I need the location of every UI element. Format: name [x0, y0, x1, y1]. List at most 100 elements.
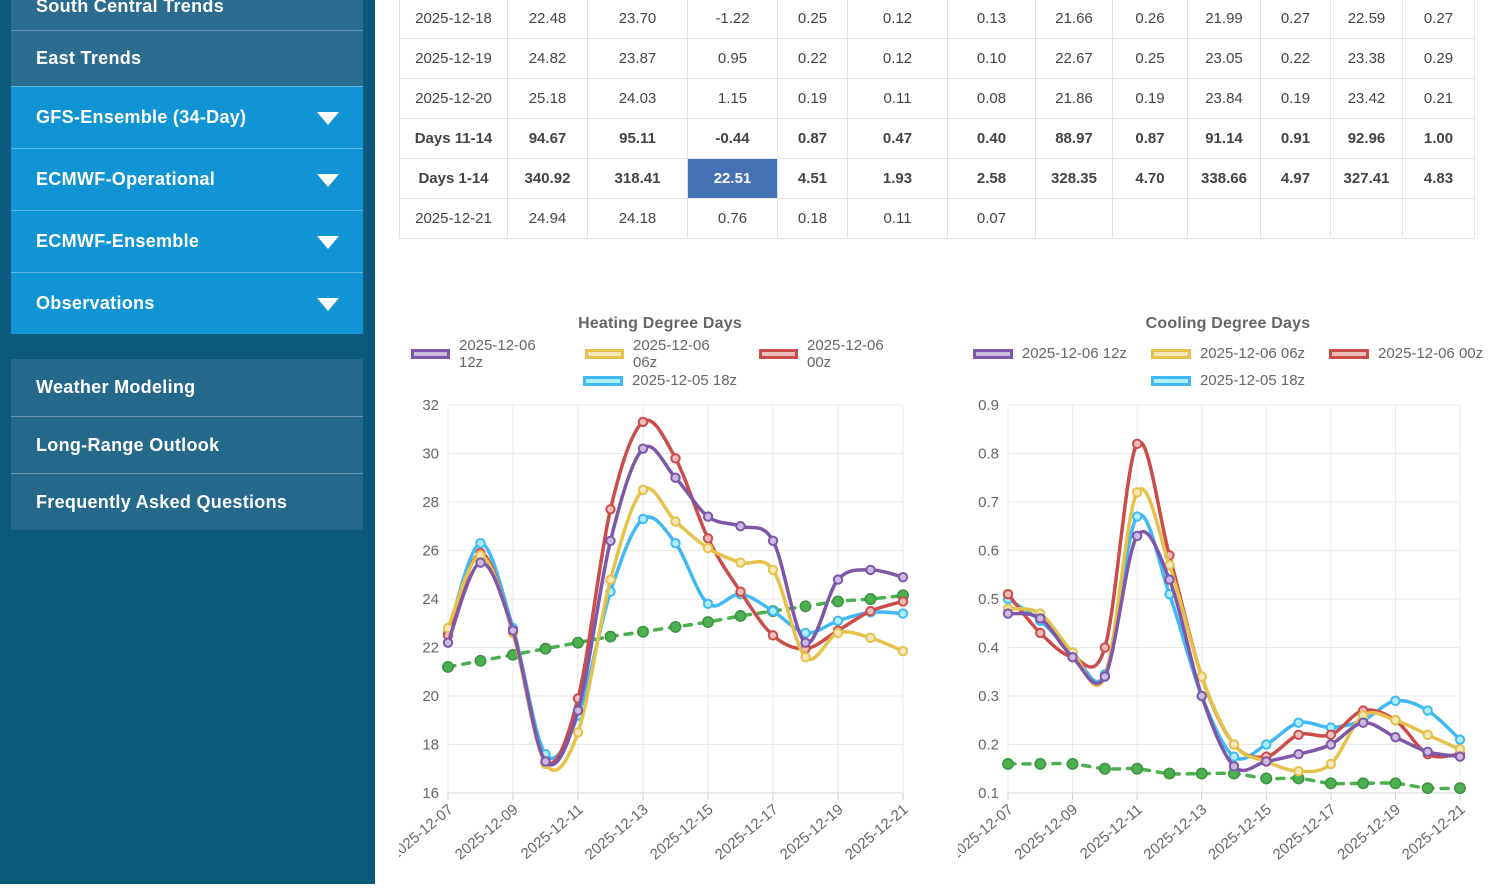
table-cell: 0.08 — [948, 79, 1036, 119]
chart-title: Cooling Degree Days — [958, 300, 1498, 340]
table-cell: 23.70 — [588, 0, 688, 39]
legend-swatch-icon — [973, 349, 1013, 359]
data-point — [671, 539, 679, 547]
data-point — [1101, 672, 1109, 680]
legend-item-2025-12-06-12z[interactable]: 2025-12-06 12z — [411, 337, 561, 371]
sidebar-item-observations[interactable]: Observations — [11, 272, 363, 334]
data-point — [1067, 759, 1077, 769]
table-cell: 0.95 — [688, 39, 778, 79]
table-cell: -0.44 — [688, 119, 778, 159]
data-point — [1035, 759, 1045, 769]
data-point — [1133, 488, 1141, 496]
data-point — [704, 544, 712, 552]
summary-row: Days 1-14340.92318.4122.514.511.932.5832… — [400, 159, 1475, 199]
legend-swatch-icon — [1151, 349, 1191, 359]
table-cell: 0.22 — [1261, 39, 1331, 79]
legend-label: 2025-12-06 12z — [459, 337, 561, 371]
row-label-cell: 2025-12-19 — [400, 39, 508, 79]
data-point — [735, 611, 745, 621]
data-point — [899, 597, 907, 605]
svg-text:0.2: 0.2 — [978, 737, 999, 754]
table-cell: 24.82 — [508, 39, 588, 79]
sidebar-item-label: South Central Trends — [36, 0, 224, 17]
data-point — [899, 609, 907, 617]
table-cell: 327.41 — [1331, 159, 1403, 199]
data-point — [1327, 760, 1335, 768]
svg-text:2025-12-07: 2025-12-07 — [399, 801, 457, 863]
table-cell: 4.83 — [1403, 159, 1475, 199]
svg-text:2025-12-19: 2025-12-19 — [1334, 801, 1404, 863]
table-cell: 24.03 — [588, 79, 688, 119]
sidebar-item-gfs-ensemble-34-day[interactable]: GFS-Ensemble (34-Day) — [11, 86, 363, 148]
table-cell: 0.25 — [1113, 39, 1188, 79]
forecast-table: 2025-12-1822.4823.70-1.220.250.120.1321.… — [399, 0, 1475, 239]
sidebar-item-label: Weather Modeling — [36, 377, 195, 398]
legend-item-2025-12-06-12z[interactable]: 2025-12-06 12z — [973, 345, 1127, 362]
data-point — [1391, 733, 1399, 741]
table-cell: 23.42 — [1331, 79, 1403, 119]
table-cell — [1403, 199, 1475, 239]
data-point — [1003, 759, 1013, 769]
sidebar-item-label: Long-Range Outlook — [36, 435, 219, 456]
legend-swatch-icon — [1329, 349, 1369, 359]
summary-row: Days 11-1494.6795.11-0.440.870.470.4088.… — [400, 119, 1475, 159]
sidebar-item-weather-modeling[interactable]: Weather Modeling — [11, 359, 363, 416]
sidebar: South Central Trends East TrendsGFS-Ensem… — [0, 0, 375, 884]
data-point — [1455, 783, 1465, 793]
svg-text:2025-12-17: 2025-12-17 — [712, 801, 782, 863]
data-point — [1424, 706, 1432, 714]
legend-item-2025-12-05-18z[interactable]: 2025-12-05 18z — [583, 372, 737, 389]
sidebar-item-east-trends[interactable]: East Trends — [11, 30, 363, 86]
data-point — [736, 558, 744, 566]
svg-text:32: 32 — [422, 397, 439, 414]
table-cell — [1188, 199, 1261, 239]
table-cell: 23.84 — [1188, 79, 1261, 119]
data-point — [1004, 590, 1012, 598]
data-point — [800, 601, 810, 611]
table-cell: 0.76 — [688, 199, 778, 239]
sidebar-item-label: ECMWF-Operational — [36, 169, 215, 190]
sidebar-item-ecmwf-operational[interactable]: ECMWF-Operational — [11, 148, 363, 210]
table-cell: 340.92 — [508, 159, 588, 199]
table-cell: 2.58 — [948, 159, 1036, 199]
data-point — [866, 566, 874, 574]
sidebar-item-long-range-outlook[interactable]: Long-Range Outlook — [11, 416, 363, 473]
svg-text:2025-12-15: 2025-12-15 — [1205, 801, 1275, 863]
legend-item-2025-12-06-00z[interactable]: 2025-12-06 00z — [1329, 345, 1483, 362]
table-cell: 0.47 — [848, 119, 948, 159]
series-line-2025-12-06-00z — [448, 420, 903, 763]
legend-label: 2025-12-06 06z — [1200, 345, 1305, 362]
svg-text:2025-12-15: 2025-12-15 — [647, 801, 717, 863]
data-point — [1424, 731, 1432, 739]
legend-swatch-icon — [583, 376, 623, 386]
chart-legend-row: 2025-12-06 12z 2025-12-06 06z 2025-12-06 0… — [958, 340, 1498, 367]
data-point — [865, 594, 875, 604]
legend-swatch-icon — [1151, 376, 1191, 386]
data-point — [769, 631, 777, 639]
data-point — [1036, 629, 1044, 637]
table-cell: 23.38 — [1331, 39, 1403, 79]
table-cell: 91.14 — [1188, 119, 1261, 159]
sidebar-item-south-central-trends[interactable]: South Central Trends — [11, 0, 363, 30]
data-point — [1230, 740, 1238, 748]
svg-text:0.9: 0.9 — [978, 397, 999, 414]
svg-text:18: 18 — [422, 737, 439, 754]
table-cell: 0.91 — [1261, 119, 1331, 159]
row-label-cell: 2025-12-18 — [400, 0, 508, 39]
legend-item-2025-12-06-00z[interactable]: 2025-12-06 00z — [759, 337, 909, 371]
data-point — [1261, 773, 1271, 783]
table-cell: 0.26 — [1113, 0, 1188, 39]
data-point — [1391, 697, 1399, 705]
data-point — [704, 512, 712, 520]
data-point — [1101, 643, 1109, 651]
sidebar-item-ecmwf-ensemble[interactable]: ECMWF-Ensemble — [11, 210, 363, 272]
legend-item-2025-12-06-06z[interactable]: 2025-12-06 06z — [585, 337, 735, 371]
legend-item-2025-12-06-06z[interactable]: 2025-12-06 06z — [1151, 345, 1305, 362]
sidebar-item-frequently-asked-questions[interactable]: Frequently Asked Questions — [11, 473, 363, 530]
data-point — [476, 539, 484, 547]
table-cell: 0.21 — [1403, 79, 1475, 119]
legend-item-2025-12-05-18z[interactable]: 2025-12-05 18z — [1151, 372, 1305, 389]
legend-label: 2025-12-05 18z — [632, 372, 737, 389]
table-cell: 0.87 — [1113, 119, 1188, 159]
legend-swatch-icon — [411, 349, 450, 359]
